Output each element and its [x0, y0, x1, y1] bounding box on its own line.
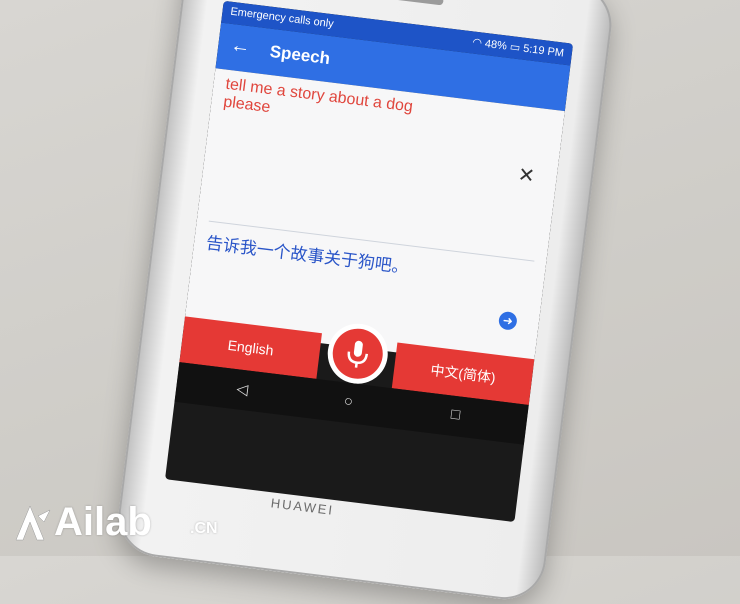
- microphone-icon: [347, 340, 369, 368]
- watermark: Ailab .CN: [12, 498, 232, 546]
- earpiece-speaker: [373, 0, 444, 6]
- arrow-right-icon[interactable]: ➜: [497, 310, 518, 331]
- arrow-left-icon[interactable]: ←: [229, 34, 252, 59]
- battery-icon: ▭: [509, 41, 521, 55]
- wifi-icon: ◠: [471, 36, 483, 50]
- watermark-logo-icon: [15, 505, 51, 541]
- microphone-button-circle[interactable]: [329, 325, 386, 382]
- close-icon[interactable]: ✕: [516, 162, 536, 189]
- status-time: 5:19 PM: [522, 42, 565, 60]
- phone-screen: Emergency calls only ◠ 48% ▭ 5:19 PM ← S…: [165, 0, 574, 523]
- back-triangle-icon[interactable]: ◁: [236, 379, 250, 398]
- home-circle-icon[interactable]: ○: [343, 392, 354, 410]
- page-title: Speech: [268, 41, 332, 69]
- watermark-text: Ailab: [54, 500, 152, 544]
- watermark-suffix: .CN: [190, 520, 218, 537]
- recents-square-icon[interactable]: □: [450, 406, 461, 424]
- battery-level: 48%: [484, 37, 508, 53]
- translated-text: 告诉我一个故事关于狗吧。: [204, 233, 410, 279]
